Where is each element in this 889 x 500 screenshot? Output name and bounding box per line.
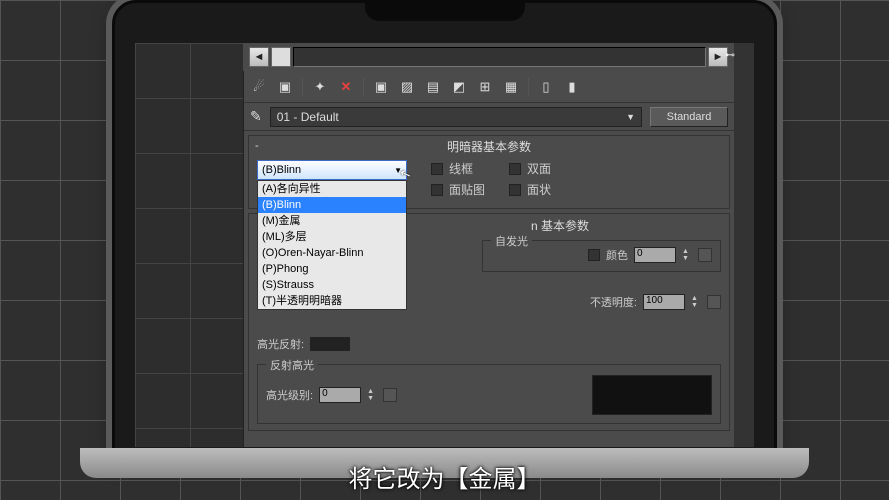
- make-unique-icon[interactable]: ▨: [398, 78, 416, 96]
- go-parent-icon[interactable]: ▯: [537, 78, 555, 96]
- spinner-arrows[interactable]: ▲▼: [367, 388, 377, 402]
- copy-icon[interactable]: ▣: [372, 78, 390, 96]
- faceted-checkbox[interactable]: 面状: [509, 181, 551, 198]
- put-to-scene-icon[interactable]: ▣: [276, 78, 294, 96]
- sample-slot[interactable]: [271, 47, 291, 67]
- shader-type-combo[interactable]: (B)Blinn ▼ ↖: [257, 160, 407, 180]
- shader-option[interactable]: (P)Phong: [258, 261, 406, 277]
- self-illum-title: 自发光: [491, 233, 532, 249]
- delete-icon[interactable]: ✕: [337, 78, 355, 96]
- put-to-lib-icon[interactable]: ▤: [424, 78, 442, 96]
- shader-basic-params-rollout: - 明暗器基本参数 (B)Blinn ▼ ↖ 线框 双面 面贴图 面状: [248, 135, 730, 209]
- color-label: 颜色: [606, 247, 628, 263]
- spec-level-label: 高光级别:: [266, 387, 313, 403]
- prev-sample-button[interactable]: ◄: [249, 47, 269, 67]
- opacity-spinner[interactable]: 100: [643, 294, 685, 310]
- spec-reflect-label: 高光反射:: [257, 336, 304, 352]
- eyedropper-icon[interactable]: ✎: [250, 108, 262, 125]
- show-map-icon[interactable]: ⊞: [476, 78, 494, 96]
- specular-highlight-group: 反射高光 高光级别: 0 ▲▼: [257, 364, 721, 424]
- subtitle-caption: 将它改为【金属】: [0, 459, 889, 494]
- rollout-header[interactable]: - 明暗器基本参数: [249, 136, 729, 156]
- shader-option[interactable]: (ML)多层: [258, 229, 406, 245]
- material-id-icon[interactable]: ◩: [450, 78, 468, 96]
- go-forward-icon[interactable]: ▮: [563, 78, 581, 96]
- pin-icon: ⊷: [725, 50, 735, 61]
- shader-option[interactable]: (B)Blinn: [258, 197, 406, 213]
- shader-option[interactable]: (T)半透明明暗器: [258, 293, 406, 309]
- rollout-title: 明暗器基本参数: [447, 138, 531, 155]
- specular-group-title: 反射高光: [266, 357, 318, 373]
- material-sample-bar: ◄ ⊷ ►: [243, 43, 734, 71]
- assign-icon[interactable]: ✦: [311, 78, 329, 96]
- sample-track: ⊷: [293, 47, 706, 67]
- get-material-icon[interactable]: ☄: [250, 78, 268, 96]
- shader-dropdown-list: (A)各向异性 (B)Blinn (M)金属 (ML)多层 (O)Oren-Na…: [257, 180, 407, 310]
- shader-option[interactable]: (S)Strauss: [258, 277, 406, 293]
- spec-level-map-button[interactable]: [383, 388, 397, 402]
- shader-option[interactable]: (O)Oren-Nayar-Blinn: [258, 245, 406, 261]
- laptop-frame: ◄ ⊷ ► ☄ ▣ ✦ ✕ ▣ ▨ ▤ ◩ ⊞ ▦: [112, 0, 777, 460]
- show-end-result-icon[interactable]: ▦: [502, 78, 520, 96]
- spec-level-spinner[interactable]: 0: [319, 387, 361, 403]
- material-type-button[interactable]: Standard: [650, 107, 728, 127]
- viewport-left: [135, 43, 243, 447]
- webcam-notch: [365, 3, 525, 21]
- specular-curve-preview: [592, 375, 712, 415]
- spinner-arrows[interactable]: ▲▼: [682, 248, 692, 262]
- material-toolbar: ☄ ▣ ✦ ✕ ▣ ▨ ▤ ◩ ⊞ ▦ ▯ ▮: [244, 71, 734, 103]
- chevron-down-icon: ▼: [626, 112, 635, 122]
- facemap-checkbox[interactable]: 面贴图: [431, 181, 485, 198]
- shader-selected-label: (B)Blinn: [262, 164, 301, 176]
- material-name-label: 01 - Default: [277, 110, 339, 124]
- self-illum-checkbox[interactable]: [588, 249, 600, 261]
- screen: ◄ ⊷ ► ☄ ▣ ✦ ✕ ▣ ▨ ▤ ◩ ⊞ ▦: [135, 43, 754, 447]
- material-name-dropdown[interactable]: 01 - Default ▼: [270, 107, 642, 127]
- spec-reflect-swatch[interactable]: [310, 337, 350, 351]
- opacity-map-button[interactable]: [707, 295, 721, 309]
- shader-option[interactable]: (M)金属: [258, 213, 406, 229]
- material-name-row: ✎ 01 - Default ▼ Standard: [244, 103, 734, 131]
- spinner-arrows[interactable]: ▲▼: [691, 295, 701, 309]
- self-illum-group: 自发光 颜色 0 ▲▼: [482, 240, 721, 272]
- self-illum-spinner[interactable]: 0: [634, 247, 676, 263]
- material-editor-panel: ☄ ▣ ✦ ✕ ▣ ▨ ▤ ◩ ⊞ ▦ ▯ ▮ ✎ 01 - Defau: [243, 71, 734, 447]
- twosided-checkbox[interactable]: 双面: [509, 160, 551, 177]
- shader-option[interactable]: (A)各向异性: [258, 181, 406, 197]
- wireframe-checkbox[interactable]: 线框: [431, 160, 485, 177]
- map-slot-button[interactable]: [698, 248, 712, 262]
- collapse-toggle[interactable]: -: [255, 140, 259, 152]
- opacity-label: 不透明度:: [590, 294, 637, 310]
